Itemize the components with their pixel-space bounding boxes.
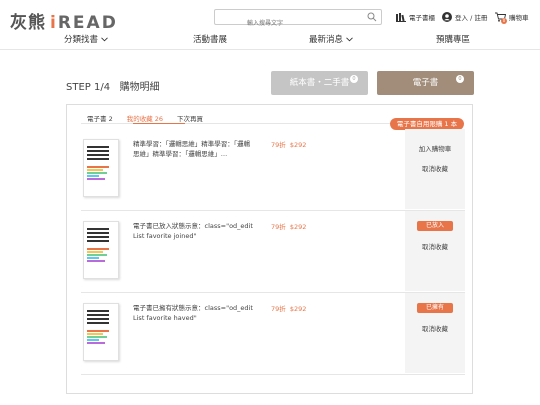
nav-item-category[interactable]: 分類找書 — [64, 33, 108, 45]
cart-link[interactable]: 0 購物車 — [495, 12, 529, 24]
list-item: 電子書已放入狀態示意：class="od_editList favorite j… — [81, 211, 465, 291]
site-logo[interactable]: 灰熊 iREAD — [10, 8, 118, 33]
item-price: 79折 $292 — [271, 139, 306, 149]
subtab-active-underline — [133, 123, 185, 124]
search-input[interactable] — [215, 16, 360, 31]
chevron-down-icon — [101, 36, 108, 41]
ebook-shelf-label: 電子書櫃 — [409, 14, 435, 22]
price-amount: $292 — [289, 305, 307, 313]
list-item: 電子書已擁有狀態示意：class="od_editList favorite h… — [81, 293, 465, 373]
price-amount: $292 — [289, 223, 307, 231]
logo-iread: iREAD — [50, 13, 118, 33]
status-badge-added: 已放入 — [417, 221, 453, 231]
price-amount: $292 — [289, 141, 307, 149]
item-price: 79折 $292 — [271, 221, 306, 231]
chevron-down-icon — [346, 36, 353, 41]
subtab-bar: 電子書 2 我的收藏 26 下次再買 — [87, 113, 203, 123]
tab-paper-books[interactable]: 紙本書・二手書 0 — [271, 71, 368, 95]
cart-label: 購物車 — [509, 14, 529, 22]
search-box[interactable] — [214, 9, 382, 31]
add-to-cart-button[interactable]: 加入購物車 — [405, 143, 465, 153]
nav-item-news[interactable]: 最新消息 — [309, 33, 353, 45]
remove-favorite-button[interactable]: 取消收藏 — [405, 323, 465, 333]
action-column: 已放入 取消收藏 — [405, 211, 465, 291]
ebook-shelf-link[interactable]: 電子書櫃 — [396, 12, 435, 22]
item-title[interactable]: 精準學習：「邏輯思維」精準學習：「邏輯思維」精準學習：「邏輯思維」… — [133, 139, 253, 159]
action-column: 已擁有 取消收藏 — [405, 293, 465, 373]
cart-count-badge: 0 — [501, 18, 507, 24]
action-column: 加入購物車 取消收藏 — [405, 129, 465, 209]
status-badge-owned: 已擁有 — [417, 303, 453, 313]
item-title[interactable]: 電子書已擁有狀態示意：class="od_editList favorite h… — [133, 303, 253, 323]
tab-count-badge: 0 — [350, 75, 358, 83]
remove-favorite-button[interactable]: 取消收藏 — [405, 163, 465, 173]
login-link[interactable]: 登入 / 註冊 — [442, 12, 487, 22]
subtab-ebooks[interactable]: 電子書 2 — [87, 113, 113, 123]
login-label: 登入 / 註冊 — [455, 14, 488, 22]
logo-chinese: 灰熊 — [10, 13, 46, 33]
discount-rate: 79折 — [271, 141, 286, 149]
subtab-buy-later[interactable]: 下次再買 — [177, 113, 203, 123]
book-cover[interactable] — [83, 139, 119, 197]
cart-panel: 電子書 2 我的收藏 26 下次再買 電子書自用限購 1 本 精準學習：「邏輯思… — [66, 104, 473, 394]
list-item: 精準學習：「邏輯思維」精準學習：「邏輯思維」精準學習：「邏輯思維」… 79折 $… — [81, 129, 465, 209]
search-icon[interactable] — [367, 12, 377, 22]
nav-item-preorder[interactable]: 預購專區 — [436, 33, 470, 45]
bookshelf-icon — [396, 12, 406, 22]
tab-count-badge: 0 — [456, 75, 464, 83]
tab-ebooks[interactable]: 電子書 0 — [377, 71, 474, 95]
item-title[interactable]: 電子書已放入狀態示意：class="od_editList favorite j… — [133, 221, 253, 241]
step-title: STEP 1/4 購物明細 — [66, 82, 160, 93]
item-price: 79折 $292 — [271, 303, 306, 313]
nav-item-events[interactable]: 活動書展 — [193, 33, 227, 45]
site-header: 灰熊iREAD 電子書櫃 登入 / 註冊 — [0, 0, 540, 50]
subtab-favorites[interactable]: 我的收藏 26 — [127, 113, 163, 123]
discount-rate: 79折 — [271, 223, 286, 231]
book-cover[interactable] — [83, 221, 119, 279]
discount-rate: 79折 — [271, 305, 286, 313]
book-cover[interactable] — [83, 303, 119, 361]
remove-favorite-button[interactable]: 取消收藏 — [405, 241, 465, 251]
user-icon — [442, 12, 452, 22]
row-divider — [81, 374, 465, 375]
